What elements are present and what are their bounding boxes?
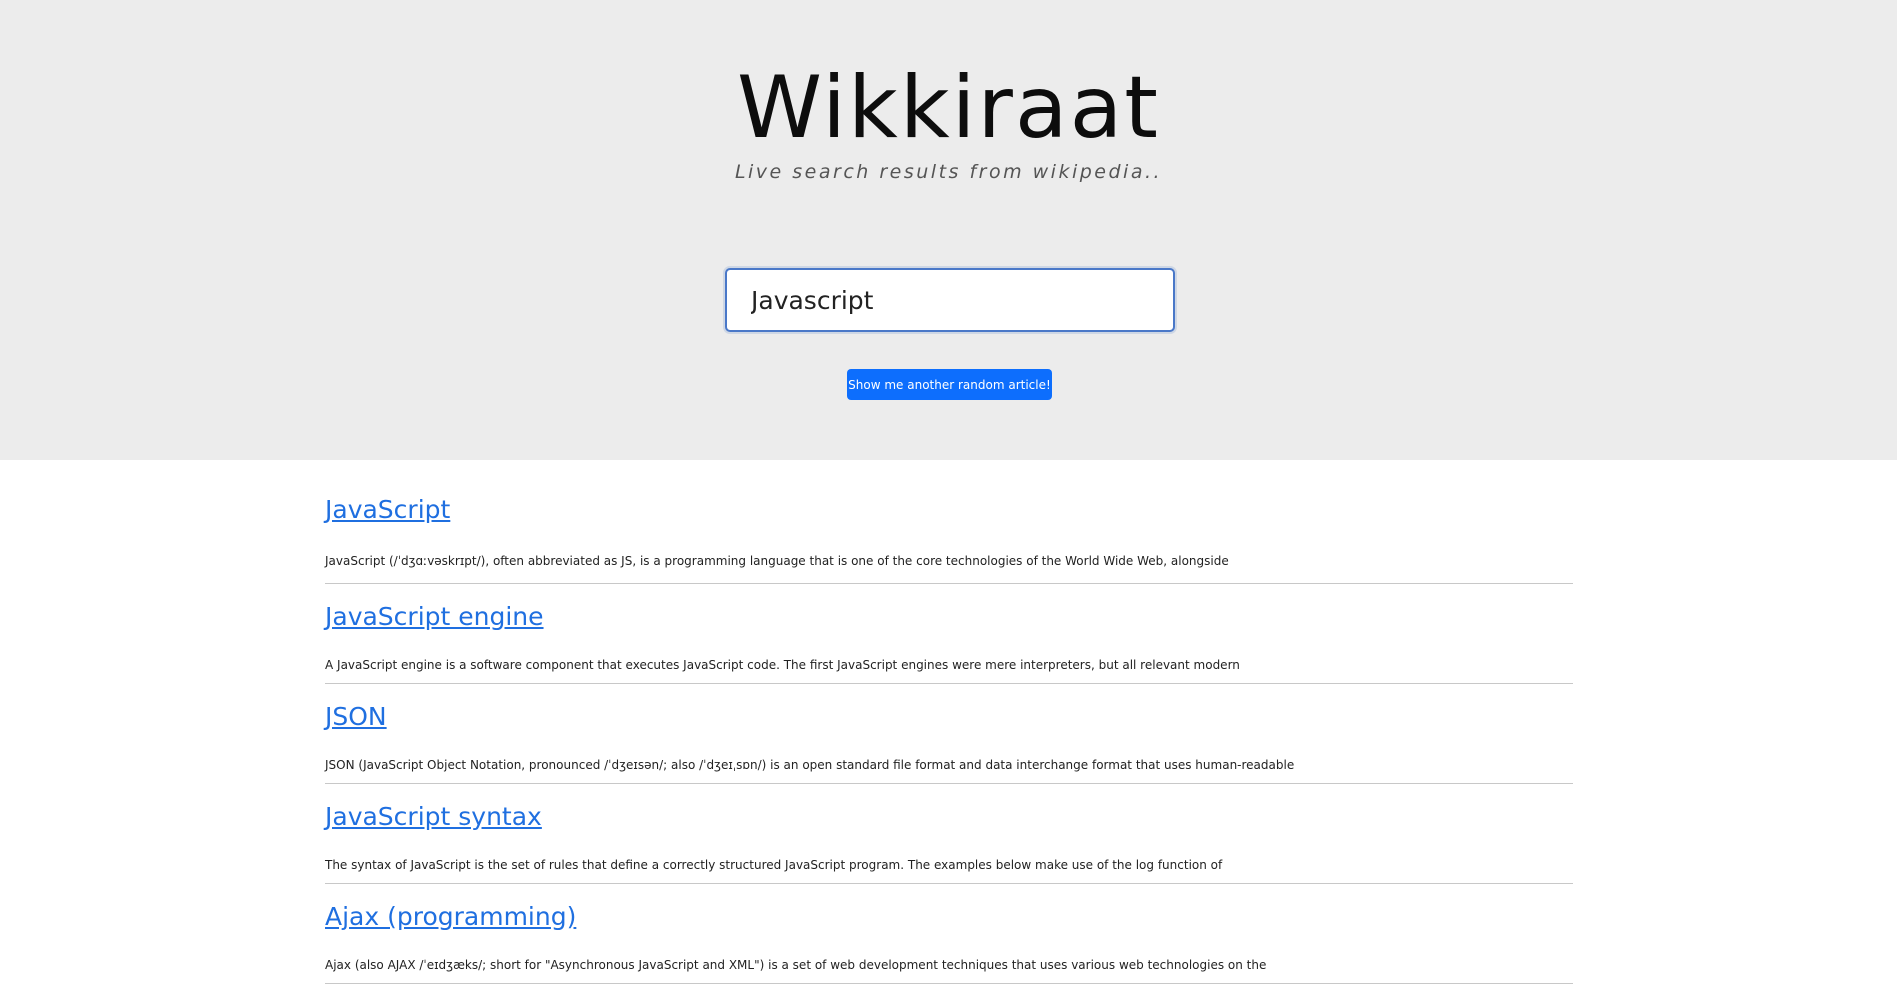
result-item: JavaScript syntax The syntax of JavaScri… bbox=[325, 784, 1573, 884]
result-snippet: A JavaScript engine is a software compon… bbox=[325, 658, 1240, 672]
result-snippet: Ajax (also AJAX /ˈeɪdʒæks/; short for "A… bbox=[325, 958, 1267, 972]
result-snippet: JavaScript (/ˈdʒɑːvəskrɪpt/), often abbr… bbox=[325, 554, 1229, 568]
search-box bbox=[725, 268, 1175, 332]
result-title-link[interactable]: Ajax (programming) bbox=[325, 901, 576, 933]
result-title-link[interactable]: JavaScript engine bbox=[325, 601, 544, 633]
result-title-link[interactable]: JavaScript syntax bbox=[325, 801, 542, 833]
result-title-link[interactable]: JSON bbox=[325, 701, 387, 733]
result-item: Ajax (programming) Ajax (also AJAX /ˈeɪd… bbox=[325, 884, 1573, 984]
random-article-button[interactable]: Show me another random article! bbox=[847, 369, 1052, 400]
result-snippet: JSON (JavaScript Object Notation, pronou… bbox=[325, 758, 1295, 772]
hero-header: Wikkiraat Live search results from wikip… bbox=[0, 0, 1897, 460]
result-snippet: The syntax of JavaScript is the set of r… bbox=[325, 858, 1223, 872]
result-item: JSON JSON (JavaScript Object Notation, p… bbox=[325, 684, 1573, 784]
result-item: JavaScript JavaScript (/ˈdʒɑːvəskrɪpt/),… bbox=[325, 460, 1573, 584]
site-tagline: Live search results from wikipedia.. bbox=[734, 161, 1163, 183]
search-input[interactable] bbox=[725, 268, 1175, 332]
search-results: JavaScript JavaScript (/ˈdʒɑːvəskrɪpt/),… bbox=[325, 460, 1573, 984]
result-item: JavaScript engine A JavaScript engine is… bbox=[325, 584, 1573, 684]
site-title: Wikkiraat bbox=[736, 58, 1160, 158]
result-title-link[interactable]: JavaScript bbox=[325, 494, 450, 526]
